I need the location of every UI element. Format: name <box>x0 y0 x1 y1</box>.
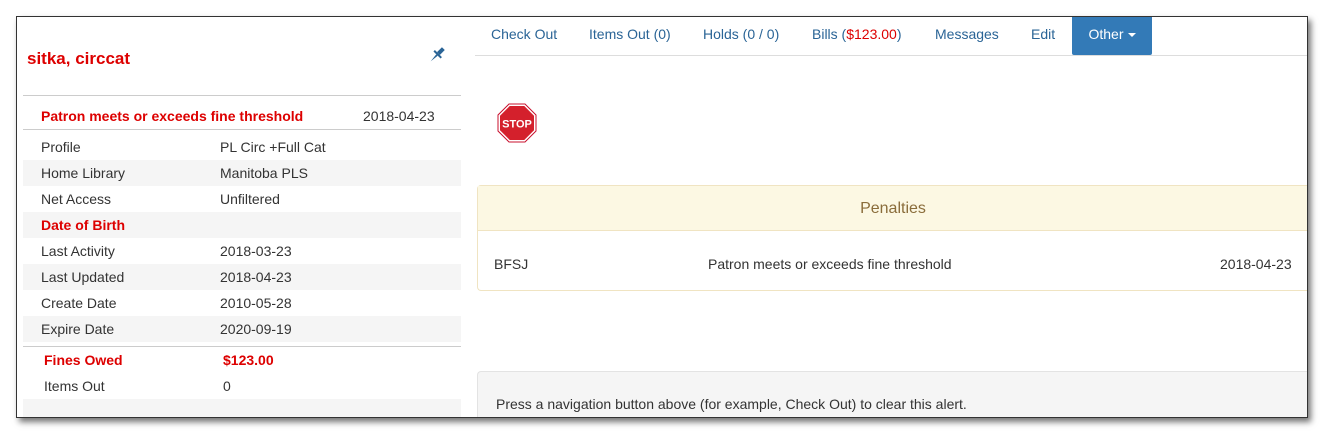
patron-details: Profile PL Circ +Full Cat Home Library M… <box>23 134 461 342</box>
patron-summary-panel: sitka, circcat Patron meets or exceeds f… <box>17 17 461 417</box>
detail-row: Profile PL Circ +Full Cat <box>23 134 461 160</box>
items-out-value: 0 <box>223 378 231 394</box>
fines-value: $123.00 <box>223 352 274 368</box>
detail-value: Manitoba PLS <box>220 165 308 181</box>
penalty-row: BFSJ Patron meets or exceeds fine thresh… <box>478 230 1307 288</box>
detail-label: Expire Date <box>41 321 115 337</box>
detail-label: Net Access <box>41 191 112 207</box>
penalties-header: Penalties <box>478 186 1307 231</box>
stop-sign-text: STOP <box>502 119 532 131</box>
detail-value: Unfiltered <box>220 191 280 207</box>
fines-label: Fines Owed <box>44 352 123 368</box>
alert-label: Patron meets or exceeds fine threshold <box>41 108 304 124</box>
fines-row: Fines Owed $123.00 <box>23 347 461 373</box>
other-dropdown-button[interactable]: Other <box>1072 17 1152 55</box>
penalty-code: BFSJ <box>494 256 529 272</box>
detail-row: Last Activity 2018-03-23 <box>23 238 461 264</box>
stop-sign-icon: STOP <box>497 103 537 143</box>
detail-row: Create Date 2010-05-28 <box>23 290 461 316</box>
detail-label: Home Library <box>41 165 126 181</box>
nav-tabs: Check Out Items Out (0) Holds (0 / 0) Bi… <box>475 17 1307 56</box>
main-panel: Check Out Items Out (0) Holds (0 / 0) Bi… <box>475 17 1307 417</box>
penalty-date: 2018-04-23 <box>1220 256 1292 272</box>
items-out-label: Items Out <box>44 378 105 394</box>
detail-value: 2010-05-28 <box>220 295 292 311</box>
tab-messages[interactable]: Messages <box>935 17 999 55</box>
tab-holds[interactable]: Holds (0 / 0) <box>703 17 779 55</box>
patron-name: sitka, circcat <box>27 49 131 68</box>
window: sitka, circcat Patron meets or exceeds f… <box>16 16 1308 418</box>
other-label: Other <box>1088 26 1124 42</box>
alert-notice: Press a navigation button above (for exa… <box>477 371 1307 417</box>
detail-label: Create Date <box>41 295 117 311</box>
tab-items-out[interactable]: Items Out (0) <box>589 17 671 55</box>
tab-check-out[interactable]: Check Out <box>491 17 557 55</box>
tab-edit[interactable]: Edit <box>1031 17 1055 55</box>
divider <box>23 95 461 96</box>
detail-row: Date of Birth <box>23 212 461 238</box>
detail-label: Date of Birth <box>41 217 125 233</box>
detail-row: Expire Date 2020-09-19 <box>23 316 461 342</box>
bills-prefix: Bills ( <box>812 26 847 42</box>
notice-text: Press a navigation button above (for exa… <box>496 396 967 412</box>
detail-label: Profile <box>41 139 81 155</box>
detail-value: 2018-03-23 <box>220 243 292 259</box>
panel-footer <box>23 399 461 417</box>
detail-label: Last Updated <box>41 269 125 285</box>
detail-value: 2020-09-19 <box>220 321 292 337</box>
pin-icon[interactable] <box>427 45 447 65</box>
detail-row: Net Access Unfiltered <box>23 186 461 212</box>
detail-label: Last Activity <box>41 243 115 259</box>
alert-row: Patron meets or exceeds fine threshold 2… <box>23 103 461 129</box>
detail-row: Home Library Manitoba PLS <box>23 160 461 186</box>
bills-amount: $123.00 <box>846 26 897 42</box>
detail-value: PL Circ +Full Cat <box>220 139 326 155</box>
detail-row: Last Updated 2018-04-23 <box>23 264 461 290</box>
detail-value: 2018-04-23 <box>220 269 292 285</box>
penalties-title: Penalties <box>860 200 926 217</box>
tab-bills[interactable]: Bills ($123.00) <box>812 17 902 55</box>
bills-suffix: ) <box>896 26 902 42</box>
divider <box>23 129 461 130</box>
items-out-row: Items Out 0 <box>23 373 461 399</box>
fines-summary: Fines Owed $123.00 Items Out 0 <box>23 347 461 399</box>
penalty-description: Patron meets or exceeds fine threshold <box>708 256 952 272</box>
caret-down-icon <box>1127 33 1136 38</box>
penalties-panel: Penalties BFSJ Patron meets or exceeds f… <box>477 185 1307 291</box>
alert-date: 2018-04-23 <box>363 108 435 124</box>
